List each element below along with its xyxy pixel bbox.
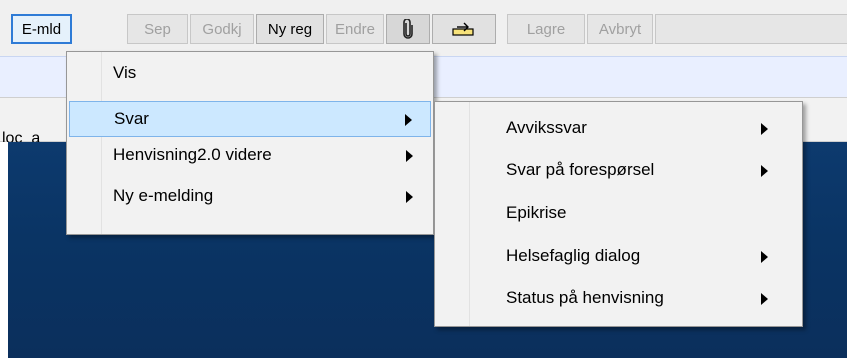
menu-item-label: Svar	[114, 109, 149, 128]
ny-reg-button[interactable]: Ny reg	[256, 14, 324, 44]
submenu-arrow-icon	[761, 165, 768, 177]
lagre-label: Lagre	[526, 20, 566, 38]
submenu-arrow-icon	[406, 191, 413, 203]
sep-label: Sep	[144, 20, 171, 38]
submenu-item-label: Status på henvisning	[506, 288, 664, 307]
paperclip-icon	[402, 19, 414, 39]
submenu-arrow-icon	[761, 123, 768, 135]
submenu-item-label: Avvikssvar	[506, 118, 587, 137]
submenu-item-avvikssvar[interactable]: Avvikssvar	[437, 112, 800, 146]
lagre-button[interactable]: Lagre	[507, 14, 585, 44]
e-mld-button[interactable]: E-mld	[11, 14, 72, 44]
godkj-button[interactable]: Godkj	[190, 14, 254, 44]
tray-arrow-icon	[451, 20, 477, 38]
submenu-arrow-icon	[406, 150, 413, 162]
submenu-item-svar-pa-foresporsel[interactable]: Svar på forespørsel	[437, 154, 800, 188]
menu-item-henvisning[interactable]: Henvisning2.0 videre	[69, 139, 431, 173]
ny-reg-label: Ny reg	[267, 20, 313, 38]
submenu-item-label: Epikrise	[506, 203, 567, 222]
endre-button[interactable]: Endre	[326, 14, 384, 44]
godkj-label: Godkj	[202, 20, 242, 38]
submenu-item-status-pa-henvisning[interactable]: Status på henvisning	[437, 282, 800, 316]
menu-item-ny-e-melding[interactable]: Ny e-melding	[69, 180, 431, 214]
menu-item-vis[interactable]: Vis	[69, 57, 431, 91]
avbryt-label: Avbryt	[598, 20, 642, 38]
menu-item-label: Vis	[113, 63, 137, 82]
submenu-item-label: Svar på forespørsel	[506, 160, 655, 179]
toolbar-overflow-button[interactable]	[655, 14, 847, 44]
attach-button[interactable]	[386, 14, 430, 44]
menu-item-label: Henvisning2.0 videre	[113, 145, 272, 164]
e-mld-label: E-mld	[21, 20, 62, 38]
submenu-arrow-icon	[405, 114, 412, 126]
menu-item-label: Ny e-melding	[113, 186, 214, 205]
submenu-arrow-icon	[761, 293, 768, 305]
submenu-item-helsefaglig-dialog[interactable]: Helsefaglig dialog	[437, 240, 800, 274]
toolbar: E-mld Sep Godkj Ny reg Endre Lagre Avbry…	[0, 0, 847, 56]
avbryt-button[interactable]: Avbryt	[587, 14, 653, 44]
panel-edge	[0, 142, 8, 358]
menu-item-svar[interactable]: Svar	[69, 101, 431, 137]
submenu-arrow-icon	[761, 251, 768, 263]
email-menu: Vis Svar Henvisning2.0 videre Ny e-meldi…	[66, 51, 434, 235]
submenu-item-label: Helsefaglig dialog	[506, 246, 641, 265]
sep-button[interactable]: Sep	[127, 14, 188, 44]
submenu-item-epikrise[interactable]: Epikrise	[437, 197, 800, 231]
endre-label: Endre	[334, 20, 376, 38]
svar-submenu: Avvikssvar Svar på forespørsel Epikrise …	[434, 101, 803, 327]
import-button[interactable]	[432, 14, 496, 44]
